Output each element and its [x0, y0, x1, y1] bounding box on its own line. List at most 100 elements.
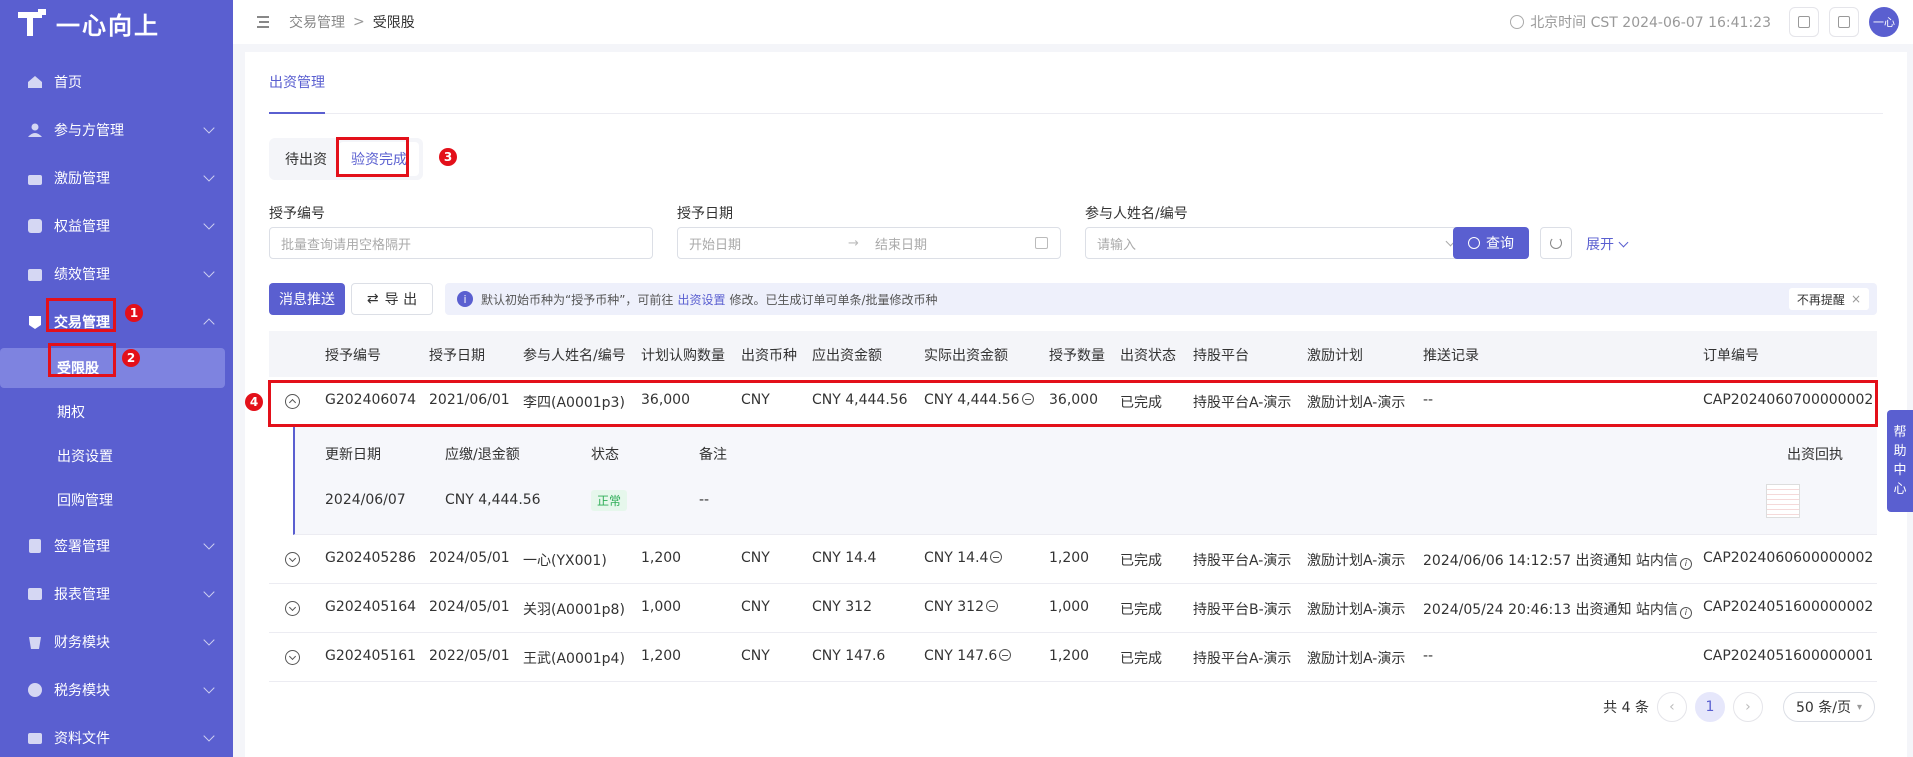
prev-page-button[interactable]: ‹ [1656, 692, 1687, 722]
sidebar-item-reports[interactable]: 报表管理 [0, 570, 233, 618]
home-icon [28, 76, 42, 88]
cell-actual-value: CNY 147.6 [924, 648, 998, 664]
sidebar-item-label: 税务模块 [54, 683, 110, 699]
info-icon[interactable]: i [1679, 558, 1692, 570]
message-push-button[interactable]: 消息推送 [269, 283, 345, 315]
sidebar-item-signing[interactable]: 签署管理 [0, 522, 233, 570]
collapse-menu-icon[interactable] [253, 16, 269, 28]
detail-icon[interactable] [990, 551, 1003, 563]
table-row[interactable]: G202405286 2024/05/01 一心(YX001) 1,200 CN… [269, 535, 1877, 584]
clipboard-icon [1798, 16, 1810, 28]
tab-underline [269, 112, 325, 114]
col-header: 计划认购数量 [641, 348, 725, 364]
input-placeholder: 请输入 [1097, 237, 1137, 253]
page-size-select[interactable]: 50 条/页 ▾ [1782, 692, 1875, 722]
gift-icon [28, 175, 42, 185]
cell-date: 2024/05/01 [429, 599, 510, 615]
sidebar: 一心向上 首页 参与方管理 激励管理 权益管理 绩效管理 交易管理 受限股 期权… [0, 0, 233, 757]
sidebar-subitem-options[interactable]: 期权 [0, 390, 233, 434]
export-label: 导 出 [384, 292, 418, 308]
cell-due: CNY 312 [812, 599, 872, 615]
chart-icon [28, 269, 42, 281]
grant-date-range[interactable]: 开始日期 → 结束日期 [677, 227, 1061, 259]
cell-currency: CNY [741, 599, 770, 615]
expand-row-icon[interactable] [285, 601, 300, 616]
breadcrumb-trading[interactable]: 交易管理 [289, 12, 345, 32]
sidebar-item-home[interactable]: 首页 [0, 58, 233, 106]
page-tabs: 出资管理 [269, 52, 1883, 114]
sidebar-item-label: 签署管理 [54, 539, 110, 555]
dismiss-notice-button[interactable]: 不再提醒 × [1788, 288, 1869, 310]
sidebar-item-incentive[interactable]: 激励管理 [0, 154, 233, 202]
table-row[interactable]: G202405164 2024/05/01 关羽(A0001p8) 1,000 … [269, 584, 1877, 633]
expand-filters-button[interactable]: 展开 [1586, 234, 1629, 254]
sidebar-item-tax[interactable]: 税务模块 [0, 666, 233, 714]
close-icon: × [1850, 292, 1861, 306]
chevron-down-icon [203, 170, 215, 182]
table-row[interactable]: G202405161 2022/05/01 王武(A0001p4) 1,200 … [269, 633, 1877, 682]
logo-icon [18, 9, 46, 37]
next-page-button[interactable]: › [1732, 692, 1763, 722]
cell-platform: 持股平台B-演示 [1193, 602, 1292, 618]
segment-pending[interactable]: 待出资 [273, 142, 339, 176]
sidebar-item-finance[interactable]: 财务模块 [0, 618, 233, 666]
export-button[interactable]: ⇄ 导 出 [351, 283, 433, 315]
col-header: 参与人姓名/编号 [523, 348, 626, 364]
cell-currency: CNY [741, 648, 770, 664]
funding-settings-link[interactable]: 出资设置 [677, 291, 725, 308]
chevron-down-icon: ▾ [1856, 701, 1862, 713]
expand-row-icon[interactable] [285, 552, 300, 567]
search-icon [1468, 237, 1480, 249]
help-center-button[interactable]: 帮 助 中 心 [1887, 410, 1913, 512]
avatar[interactable]: 一心 [1869, 7, 1899, 37]
sidebar-item-trading[interactable]: 交易管理 [0, 298, 233, 346]
detail-header: 备注 [699, 447, 727, 463]
participant-select[interactable]: 请输入 [1085, 227, 1469, 259]
filter-label-grant-no: 授予编号 [269, 206, 325, 222]
detail-header: 应缴/退金额 [445, 447, 520, 463]
sidebar-item-participants[interactable]: 参与方管理 [0, 106, 233, 154]
sidebar-item-label: 参与方管理 [54, 123, 124, 139]
expand-row-icon[interactable] [285, 650, 300, 665]
sidebar-item-label: 财务模块 [54, 635, 110, 651]
top-bar: 交易管理 > 受限股 北京时间 CST 2024-06-07 16:41:23 … [233, 0, 1913, 44]
trade-icon [29, 316, 41, 329]
sidebar-subitem-funding-settings[interactable]: 出资设置 [0, 434, 233, 478]
cell-grant-no: G202405164 [325, 599, 417, 615]
annotation-badge: 4 [245, 393, 263, 411]
sidebar-item-label: 绩效管理 [54, 267, 110, 283]
sidebar-item-files[interactable]: 资料文件 [0, 714, 233, 757]
col-header: 应出资金额 [812, 348, 882, 364]
sidebar-subitem-label: 期权 [57, 405, 85, 421]
receipt-thumbnail[interactable] [1766, 484, 1800, 518]
logo[interactable]: 一心向上 [0, 0, 233, 46]
sidebar-item-performance[interactable]: 绩效管理 [0, 250, 233, 298]
grant-no-input[interactable]: 批量查询请用空格隔开 [269, 227, 653, 259]
query-button[interactable]: 查询 [1453, 227, 1529, 259]
detail-icon[interactable] [999, 649, 1012, 661]
detail-header: 更新日期 [325, 447, 381, 463]
sidebar-item-label: 报表管理 [54, 587, 110, 603]
cell-push-value: 2024/05/24 20:46:13 出资通知 站内信 [1423, 602, 1678, 618]
fullscreen-button[interactable] [1829, 7, 1859, 37]
detail-date: 2024/06/07 [325, 492, 406, 508]
info-icon: i [457, 291, 473, 307]
detail-icon[interactable] [985, 600, 998, 612]
cell-push: 2024/05/24 20:46:13 出资通知 站内信 i [1423, 599, 1692, 619]
sidebar-item-equity[interactable]: 权益管理 [0, 202, 233, 250]
cell-platform: 持股平台A-演示 [1193, 553, 1292, 569]
chevron-down-icon [203, 218, 215, 230]
cell-order: CAP2024051600000002 [1703, 599, 1874, 615]
pagination: 共 4 条 ‹ 1 › 50 条/页 ▾ [1603, 692, 1875, 722]
sidebar-subitem-buyback[interactable]: 回购管理 [0, 478, 233, 522]
filter-label-grant-date: 授予日期 [677, 206, 733, 222]
cell-actual: CNY 14.4 [924, 550, 1003, 566]
cell-due: CNY 147.6 [812, 648, 886, 664]
tab-funding-management[interactable]: 出资管理 [269, 72, 325, 92]
page-button[interactable]: 1 [1694, 692, 1725, 722]
info-icon[interactable]: i [1679, 607, 1692, 619]
chevron-down-icon [203, 538, 215, 550]
reset-button[interactable] [1540, 227, 1572, 259]
cell-push: 2024/06/06 14:12:57 出资通知 站内信 i [1423, 550, 1692, 570]
task-button[interactable] [1789, 7, 1819, 37]
